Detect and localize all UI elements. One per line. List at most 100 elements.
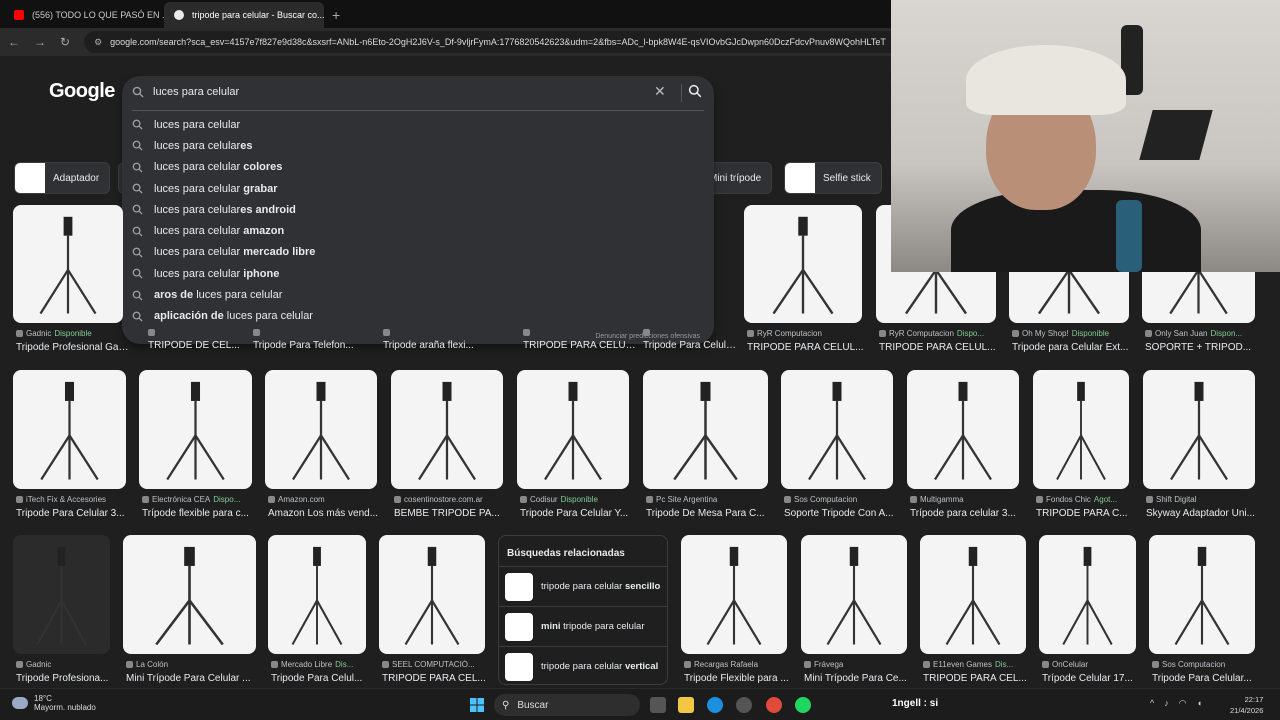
- tab-youtube[interactable]: (556) TODO LO QUE PASÓ EN ... ×: [4, 2, 164, 28]
- windows-start-icon[interactable]: [470, 698, 484, 712]
- result-caption[interactable]: La Colón Mini Trípode Para Celular ...: [126, 660, 263, 684]
- result-caption[interactable]: OnCelular Trípode Celular 17...: [1042, 660, 1143, 684]
- edge-icon[interactable]: [707, 697, 723, 713]
- result-caption[interactable]: Only San Juan Dispon... SOPORTE + TRIPOD..…: [1145, 329, 1262, 353]
- task-view-icon[interactable]: [650, 697, 666, 713]
- result-image[interactable]: [123, 535, 256, 654]
- result-image[interactable]: [265, 370, 377, 489]
- result-caption[interactable]: Tripode araña flexi...: [383, 329, 497, 351]
- taskbar-search[interactable]: ⚲ Buscar: [494, 694, 640, 716]
- result-caption[interactable]: E11even Games Dis... TRIPODE PARA CEL...: [923, 660, 1033, 684]
- search-box[interactable]: luces para celular ✕: [122, 76, 714, 110]
- result-caption[interactable]: TRIPODE DE CEL...: [148, 329, 262, 351]
- back-icon[interactable]: ←: [8, 35, 20, 49]
- result-image[interactable]: [1149, 535, 1255, 654]
- spotify-icon[interactable]: [795, 697, 811, 713]
- result-caption[interactable]: RyR Computacion TRIPODE PARA CELUL...: [747, 329, 869, 353]
- suggestion-item[interactable]: luces para celular colores: [122, 157, 714, 178]
- result-caption[interactable]: SEEL COMPUTACIÓ... TRIPODE PARA CEL...: [382, 660, 492, 684]
- weather-icon: [12, 697, 28, 709]
- suggestion-item[interactable]: luces para celular: [122, 114, 714, 135]
- clear-icon[interactable]: ✕: [654, 83, 666, 100]
- new-tab-button[interactable]: +: [332, 2, 340, 28]
- result-image[interactable]: [13, 370, 126, 489]
- suggestion-text: luces para celulares: [154, 139, 253, 152]
- result-caption[interactable]: Tripode Para Telefon...: [253, 329, 367, 351]
- suggestion-item[interactable]: luces para celular grabar: [122, 178, 714, 199]
- suggestion-item[interactable]: aros de luces para celular: [122, 284, 714, 305]
- favicon-icon: [784, 496, 791, 503]
- settings-icon[interactable]: [736, 697, 752, 713]
- result-image[interactable]: [1039, 535, 1136, 654]
- result-image[interactable]: [379, 535, 485, 654]
- related-search-item[interactable]: tripode para celular sencillo: [499, 566, 667, 606]
- result-caption[interactable]: Amazon.com Amazon Los más vend...: [268, 495, 384, 519]
- result-image[interactable]: [268, 535, 366, 654]
- result-caption[interactable]: Mercado Libre Dis... Tripode Para Celul...: [271, 660, 373, 684]
- webcam-overlay: [891, 0, 1280, 272]
- result-caption[interactable]: Tripode Para Celular ...: [643, 329, 737, 351]
- result-caption[interactable]: Pc Site Argentina Tripode De Mesa Para C.…: [646, 495, 775, 519]
- result-caption[interactable]: Fondos Chic Agot... TRIPODE PARA C...: [1036, 495, 1136, 519]
- result-image[interactable]: [643, 370, 768, 489]
- chrome-icon[interactable]: [766, 697, 782, 713]
- chip-adaptador[interactable]: Adaptador: [14, 162, 111, 194]
- google-logo[interactable]: Google: [49, 80, 115, 103]
- result-caption[interactable]: TRIPODE PARA CELULA...: [523, 329, 637, 351]
- microphone-icon[interactable]: ♪: [1164, 698, 1169, 709]
- result-caption[interactable]: cosentinostore.com.ar BEMBE TRIPODE PA...: [394, 495, 510, 519]
- reload-icon[interactable]: ↻: [60, 35, 70, 49]
- suggestion-item[interactable]: luces para celular mercado libre: [122, 242, 714, 263]
- site-info-icon[interactable]: ⚙: [94, 37, 102, 48]
- result-image[interactable]: [1143, 370, 1255, 489]
- wifi-icon[interactable]: ◠: [1179, 698, 1187, 709]
- result-image[interactable]: [681, 535, 787, 654]
- search-input[interactable]: luces para celular: [153, 86, 239, 98]
- volume-icon[interactable]: ◖: [1197, 698, 1202, 709]
- result-caption[interactable]: Sos Computacion Soporte Tripode Con A...: [784, 495, 900, 519]
- related-thumbnail: [505, 612, 533, 641]
- file-explorer-icon[interactable]: [678, 697, 694, 713]
- result-caption[interactable]: Shift Digital Skyway Adaptador Uni...: [1146, 495, 1262, 519]
- clock[interactable]: 22:17 21/4/2026: [1230, 694, 1263, 716]
- result-caption[interactable]: Oh My Shop! Disponible Tripode para Celula…: [1012, 329, 1136, 353]
- result-caption[interactable]: Codisur Disponible Tripode Para Celular Y.…: [520, 495, 636, 519]
- result-image[interactable]: [13, 535, 110, 654]
- result-image[interactable]: [139, 370, 252, 489]
- suggestion-item[interactable]: aplicación de luces para celular: [122, 306, 714, 327]
- result-caption[interactable]: Gadnic Tripode Profesiona...: [16, 660, 117, 684]
- search-submit-icon[interactable]: [688, 84, 702, 98]
- chevron-up-icon[interactable]: ^: [1150, 698, 1154, 709]
- chip-selfie-stick[interactable]: Selfie stick: [784, 162, 882, 194]
- result-image[interactable]: [920, 535, 1026, 654]
- result-caption[interactable]: Recargas Rafaela Tripode Flexible para ..…: [684, 660, 794, 684]
- result-caption[interactable]: Sos Computacion Tripode Para Celular...: [1152, 660, 1262, 684]
- result-image[interactable]: [744, 205, 862, 323]
- result-caption[interactable]: Gadnic Disponible Tripode Profesional Gad.…: [16, 329, 130, 353]
- related-search-item[interactable]: tripode para celular vertical: [499, 646, 667, 684]
- result-image[interactable]: [781, 370, 893, 489]
- result-title: TRIPODE PARA CELULA...: [523, 340, 637, 351]
- result-image[interactable]: [391, 370, 503, 489]
- result-image[interactable]: [1033, 370, 1129, 489]
- result-caption[interactable]: Frávega Mini Trípode Para Ce...: [804, 660, 914, 684]
- suggestion-item[interactable]: luces para celulares android: [122, 199, 714, 220]
- weather-widget[interactable]: 18°C Mayorm. nublado: [12, 694, 96, 712]
- tab-google-search[interactable]: tripode para celular - Buscar co... ×: [164, 2, 324, 28]
- tripod-icon: [934, 381, 992, 481]
- related-search-item[interactable]: mini tripode para celular: [499, 606, 667, 646]
- suggestion-item[interactable]: luces para celular iphone: [122, 263, 714, 284]
- suggestion-item[interactable]: luces para celular amazon: [122, 220, 714, 241]
- result-image[interactable]: [517, 370, 629, 489]
- result-caption[interactable]: RyR Computacion Dispo... TRIPODE PARA CELU…: [879, 329, 1003, 353]
- result-caption[interactable]: iTech Fix & Accesories Tripode Para Celul…: [16, 495, 133, 519]
- result-image[interactable]: [907, 370, 1019, 489]
- result-image[interactable]: [13, 205, 123, 323]
- suggestion-item[interactable]: luces para celulares: [122, 135, 714, 156]
- result-image[interactable]: [801, 535, 907, 654]
- result-caption[interactable]: Electrónica CEA Dispo... Trípode flexible …: [142, 495, 259, 519]
- tripod-icon: [39, 216, 97, 315]
- result-source: Sos Computacion: [784, 495, 900, 504]
- forward-icon[interactable]: →: [34, 35, 46, 49]
- result-caption[interactable]: Multigamma Trípode para celular 3...: [910, 495, 1026, 519]
